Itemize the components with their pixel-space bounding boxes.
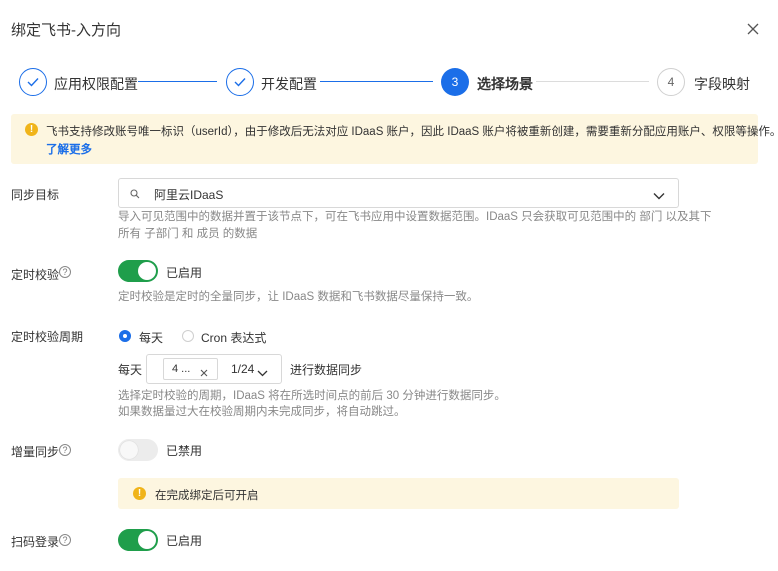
qr-login-toggle[interactable]	[118, 529, 158, 551]
step-2-check-icon	[226, 68, 254, 96]
radio-daily-label[interactable]: 每天	[139, 329, 163, 346]
check-period-label: 定时校验周期	[11, 330, 84, 344]
sync-target-value: 阿里云IDaaS	[154, 188, 224, 202]
warning-icon: !	[25, 123, 38, 136]
help-icon[interactable]: ?	[59, 534, 71, 546]
scheduled-check-desc: 定时校验是定时的全量同步，让 IDaaS 数据和飞书数据尽量保持一致。	[118, 291, 479, 303]
step-4-number: 4	[657, 68, 685, 96]
dialog-title: 绑定飞书-入方向	[11, 22, 121, 39]
step-connector	[138, 81, 217, 82]
hour-count: 1/24	[231, 362, 255, 376]
step-4-label: 字段映射	[694, 76, 750, 92]
sync-target-label: 同步目标	[11, 188, 60, 202]
help-icon[interactable]: ?	[59, 266, 71, 278]
qr-login-label: 扫码登录	[11, 535, 60, 549]
step-3-number: 3	[441, 68, 469, 96]
step-1-check-icon	[19, 68, 47, 96]
chevron-down-icon[interactable]	[653, 187, 665, 205]
radio-cron[interactable]	[182, 330, 194, 342]
close-icon[interactable]	[744, 20, 762, 38]
scheduled-check-label: 定时校验	[11, 268, 60, 282]
hour-tag-value: 4 ...	[172, 363, 191, 375]
qr-login-status: 已启用	[166, 534, 203, 548]
incremental-sync-note-text: 在完成绑定后可开启	[155, 490, 259, 502]
step-connector	[536, 81, 649, 82]
scheduled-check-toggle[interactable]	[118, 260, 158, 282]
incremental-sync-toggle[interactable]	[118, 439, 158, 461]
scheduled-check-status: 已启用	[166, 266, 203, 280]
sync-target-desc-1: 导入可见范围中的数据并置于该节点下，可在飞书应用中设置数据范围。IDaaS 只会…	[118, 211, 712, 223]
step-1-label: 应用权限配置	[54, 76, 138, 92]
period-prefix: 每天	[118, 363, 143, 377]
help-icon[interactable]: ?	[59, 444, 71, 456]
incremental-sync-label: 增量同步	[11, 445, 60, 459]
search-icon	[130, 186, 140, 204]
check-period-desc-1: 选择定时校验的周期，IDaaS 将在所选时间点的前后 30 分钟进行数据同步。	[118, 390, 506, 402]
radio-daily[interactable]	[119, 330, 131, 342]
step-3-label: 选择场景	[477, 76, 533, 92]
step-connector	[320, 81, 433, 82]
alert-text: 飞书支持修改账号唯一标识（userId），由于修改后无法对应 IDaaS 账户，…	[46, 126, 778, 138]
step-2-label: 开发配置	[261, 76, 317, 92]
check-period-desc-2: 如果数据量过大在校验周期内未完成同步，将自动跳过。	[118, 406, 406, 418]
info-alert	[11, 114, 758, 164]
warning-icon: !	[133, 487, 146, 500]
learn-more-link[interactable]: 了解更多	[46, 141, 92, 157]
close-icon[interactable]	[200, 364, 208, 382]
period-suffix: 进行数据同步	[290, 363, 363, 377]
radio-cron-label[interactable]: Cron 表达式	[201, 329, 266, 346]
sync-target-desc-2: 所有 子部门 和 成员 的数据	[118, 228, 258, 240]
chevron-down-icon[interactable]	[257, 364, 268, 382]
incremental-sync-status: 已禁用	[166, 444, 203, 458]
